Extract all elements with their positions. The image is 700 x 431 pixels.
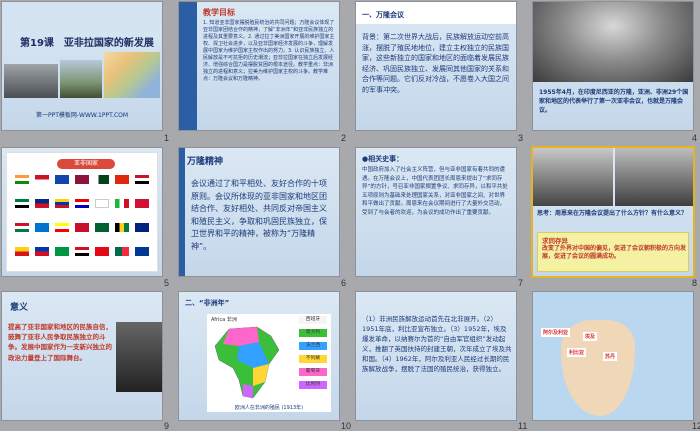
slide-title: 二、“非洲年” — [185, 299, 230, 307]
slide-title: 一、万隆会议 — [362, 11, 404, 19]
flag-icon — [95, 175, 109, 184]
slide-thumbnail-10[interactable]: 二、“非洲年” Africa 非洲 西班牙 意大利 法兰西 不列颠 葡萄牙 比利… — [179, 292, 339, 420]
slide-number: 4 — [692, 133, 698, 143]
map-label: 埃及 — [583, 332, 598, 341]
flag-icon — [75, 223, 89, 232]
flag-icon — [115, 223, 129, 232]
slide-title: ●相关史事： — [362, 155, 404, 163]
slide-title: 教学目标 — [203, 8, 235, 17]
palm-photo-image — [60, 60, 102, 98]
answer-title: 求同存异 — [542, 237, 568, 245]
flag-icon — [75, 175, 89, 184]
slide-number: 3 — [518, 133, 524, 143]
legend-tag: 法兰西 — [299, 342, 327, 350]
africa-map: Africa 非洲 西班牙 意大利 法兰西 不列颠 葡萄牙 比利时 — [207, 314, 331, 412]
flag-icon — [75, 247, 89, 256]
legend-tag: 比利时 — [299, 381, 327, 389]
side-bar — [179, 148, 185, 276]
slide-thumbnail-8[interactable]: 思考：周恩来在万隆会议提出了什么方针？有什么意义？ 求同存异 改变了外界对中国的… — [533, 148, 693, 276]
slide-title: 万隆精神 — [187, 157, 224, 167]
flag-icon — [115, 199, 129, 208]
slide-number: 7 — [518, 278, 524, 288]
flag-icon — [15, 175, 29, 184]
flag-icon — [35, 199, 49, 208]
flag-icon — [35, 175, 49, 184]
flag-icon — [135, 199, 149, 208]
legend-tag: 不列颠 — [299, 355, 327, 363]
slide-title: 第19课 亚非拉国家的新发展 — [20, 38, 154, 49]
banner: 亚非国家 — [57, 159, 115, 169]
slide-header-strip — [2, 2, 162, 26]
slide-question: 思考：周恩来在万隆会议提出了什么方针？有什么意义？ — [537, 210, 688, 217]
historic-photo-image — [533, 148, 613, 206]
map-label: 苏丹 — [603, 352, 618, 361]
slide-thumbnail-11[interactable]: （1）非洲民族解放运动首先在北非展开。（2）1951年底，利比亚宣布独立。（3）… — [356, 292, 516, 420]
slide-body: （1）非洲民族解放运动首先在北非展开。（2）1951年底，利比亚宣布独立。（3）… — [362, 315, 512, 373]
flag-icon — [35, 247, 49, 256]
slide-number: 5 — [164, 278, 170, 288]
slide-caption: 1955年4月，在印度尼西亚的万隆，亚洲、非洲29个国家和地区的代表举行了第一次… — [539, 89, 689, 114]
flag-icon — [135, 223, 149, 232]
photo-image — [116, 322, 162, 392]
continent-shape — [561, 320, 635, 416]
flag-icon — [35, 223, 49, 232]
legend-tag: 意大利 — [299, 329, 327, 337]
flags-panel: 亚非国家 — [6, 152, 158, 272]
slide-thumbnail-9[interactable]: 意义 提高了亚非国家和地区的民族自信，鼓舞了亚非人民争取民族独立的斗争。发展中国… — [2, 292, 162, 420]
slide-number: 2 — [341, 133, 347, 143]
slide-number: 8 — [692, 278, 698, 288]
map-title: Africa 非洲 — [211, 317, 237, 323]
slide-number: 12 — [692, 421, 700, 431]
map-label: 利比亚 — [567, 348, 587, 357]
side-bar — [179, 2, 197, 130]
slide-title: 意义 — [10, 303, 29, 313]
answer-text: 改变了外界对中国的偏见，促进了会议朝积极的方向发展，促进了会议的圆满成功。 — [542, 245, 687, 260]
map-caption: 欧洲人在非洲的殖民 (1913年) — [234, 405, 304, 411]
slide-thumbnail-2[interactable]: 教学目标 1. 知道亚非国家摆脱殖民统治的共同问题；万隆会议体现了亚非国家团结合… — [179, 2, 339, 130]
map-image — [104, 52, 160, 98]
flag-icon — [75, 199, 89, 208]
flag-icon — [95, 247, 109, 256]
africa-shape-icon — [214, 326, 280, 399]
slide-thumbnail-12[interactable]: 阿尔及利亚 埃及 利比亚 苏丹 — [533, 292, 693, 420]
flag-icon — [55, 223, 69, 232]
flag-icon — [55, 247, 69, 256]
legend-tag: 西班牙 — [299, 316, 327, 324]
slide-body: 背景：第二次世界大战后，民族解放运动空前高涨，摆脱了殖民地地位，建立主权独立的民… — [362, 33, 509, 94]
legend-tag: 葡萄牙 — [299, 368, 327, 376]
flag-icon — [55, 175, 69, 184]
flag-icon — [15, 223, 29, 232]
flag-icon — [135, 247, 149, 256]
slide-body: 1. 知道亚非国家摆脱殖民统治的共同问题；万隆会议体现了亚非国家团结合作的精神，… — [203, 20, 335, 82]
slide-body: 会议通过了和平相处、友好合作的十项原则。会议所体现的亚非国家和地区团结合作、友好… — [191, 179, 327, 251]
map-image: 阿尔及利亚 埃及 利比亚 苏丹 — [533, 292, 693, 420]
slide-number: 11 — [518, 421, 528, 431]
photo-image — [4, 64, 58, 98]
slide-thumbnail-6[interactable]: 万隆精神 会议通过了和平相处、友好合作的十项原则。会议所体现的亚非国家和地区团结… — [179, 148, 339, 276]
slide-number: 6 — [341, 278, 347, 288]
slide-thumbnail-4[interactable]: 1955年4月，在印度尼西亚的万隆，亚洲、非洲29个国家和地区的代表举行了第一次… — [533, 2, 693, 130]
flag-icon — [95, 223, 109, 232]
slide-thumbnail-7[interactable]: ●相关史事： 中国政府加入了社会主义阵营，但与亚非国家有着共同的遭遇。在万隆会议… — [356, 148, 516, 276]
slide-thumbnail-5[interactable]: 亚非国家 — [2, 148, 162, 276]
conference-photo-image — [533, 2, 693, 82]
historic-photo-image — [615, 148, 693, 206]
slide-number: 10 — [341, 421, 352, 431]
flag-icon — [15, 199, 29, 208]
flag-icon — [55, 199, 69, 208]
flag-icon — [115, 175, 129, 184]
flag-icon — [95, 199, 109, 208]
flag-icon — [15, 247, 29, 256]
flag-icon — [135, 175, 149, 184]
slide-number: 1 — [164, 133, 170, 143]
slide-body: 提高了亚非国家和地区的民族自信，鼓舞了亚非人民争取民族独立的斗争。发展中国家作为… — [8, 323, 112, 362]
slide-thumbnail-1[interactable]: 第19课 亚非拉国家的新发展 第一PPT模板网-WWW.1PPT.COM — [2, 2, 162, 130]
answer-box: 求同存异 改变了外界对中国的偏见，促进了会议朝积极的方向发展，促进了会议的圆满成… — [537, 232, 689, 272]
slide-number: 9 — [164, 421, 170, 431]
slide-footer: 第一PPT模板网-WWW.1PPT.COM — [35, 112, 129, 119]
flag-icon — [115, 247, 129, 256]
slide-body: 中国政府加入了社会主义阵营，但与亚非国家有着共同的遭遇。在万隆会议上，中国代表团… — [362, 167, 508, 216]
map-label: 阿尔及利亚 — [541, 328, 571, 337]
slide-thumbnail-3[interactable]: 一、万隆会议 背景：第二次世界大战后，民族解放运动空前高涨，摆脱了殖民地地位，建… — [356, 2, 516, 130]
